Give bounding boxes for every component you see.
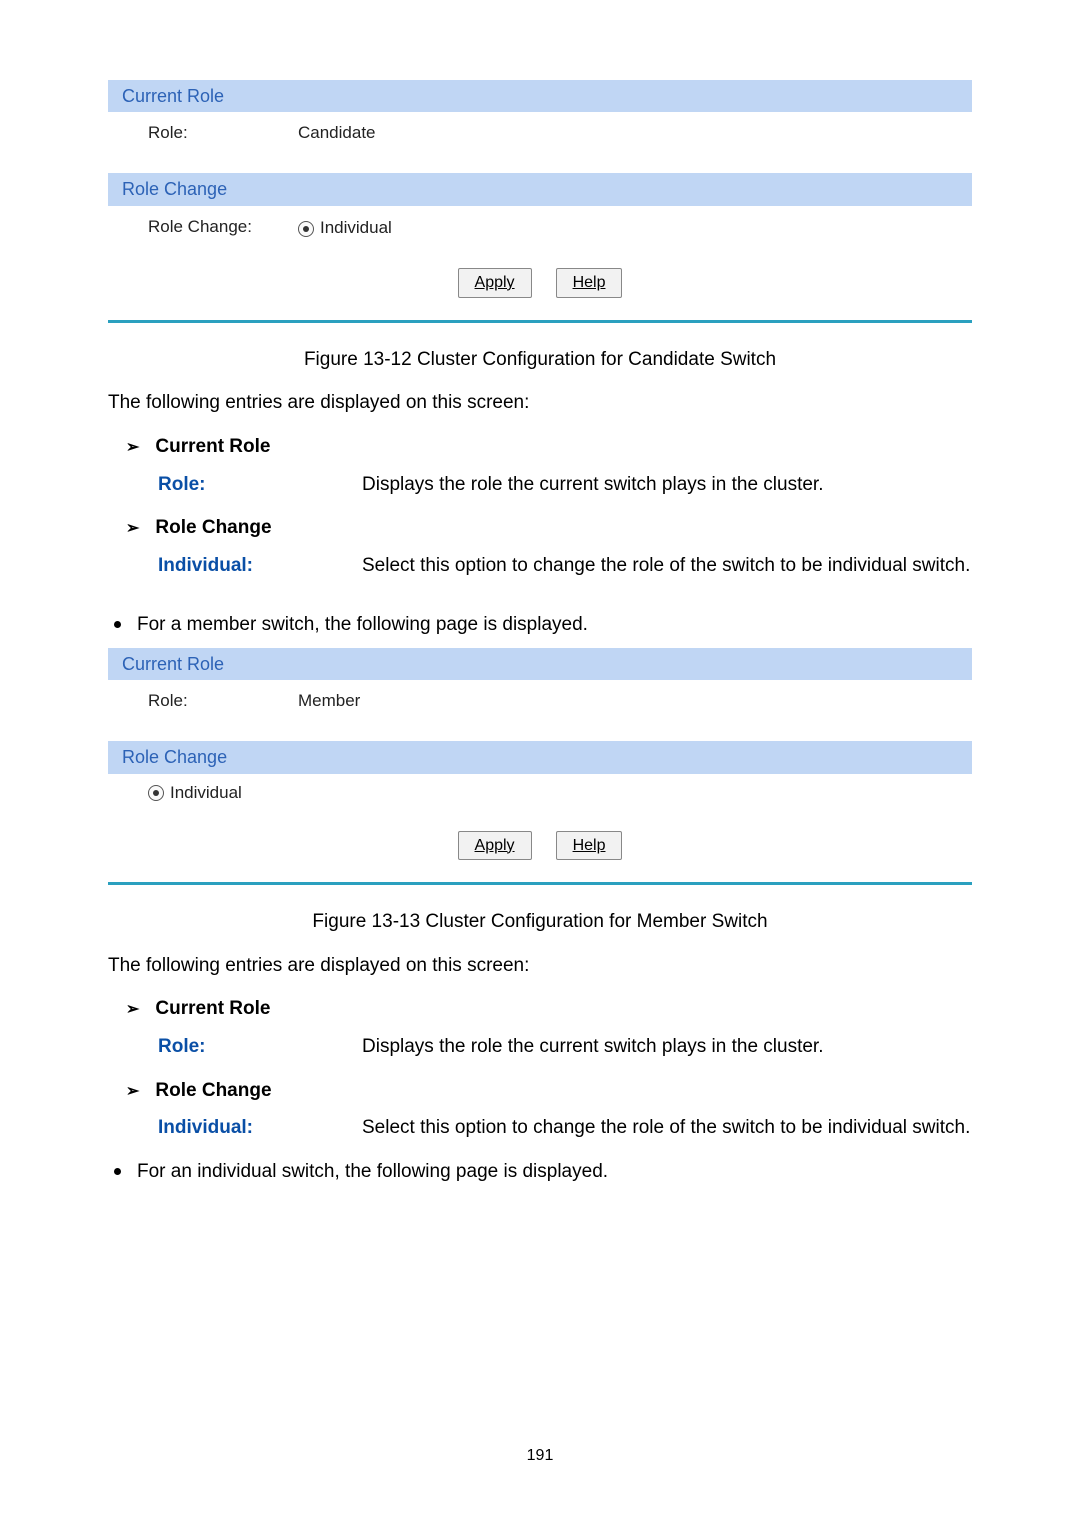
cluster-config-candidate-panel: Current Role Role: Candidate Role Change… [108,80,972,323]
current-role-row-2: Role: Member [108,680,972,723]
entry-role: Role: Displays the role the current swit… [158,472,972,498]
help-button-2[interactable]: Help [556,831,623,861]
spacer [108,155,972,173]
cluster-config-member-panel: Current Role Role: Member Role Change In… [108,648,972,885]
intro-text-2: The following entries are displayed on t… [108,953,972,979]
entry-heading-role-change-text: Role Change [155,515,271,541]
role-value-2: Member [298,690,972,713]
section-header-role-change-2: Role Change [108,741,972,773]
button-row-2: Apply Help [108,813,972,883]
intro-text: The following entries are displayed on t… [108,390,972,416]
arrow-icon: ➢ [126,1002,139,1018]
role-change-row-2: Individual [108,774,972,813]
role-value: Candidate [298,122,972,145]
section-header-role-change: Role Change [108,173,972,205]
entry-heading-role-change-text-2: Role Change [155,1078,271,1104]
entry-role-desc: Displays the role the current switch pla… [362,472,972,498]
role-change-label: Role Change: [148,216,298,240]
entry-role-term: Role: [158,472,362,498]
entry-heading-current-role-text: Current Role [155,434,270,460]
entry-role-desc-2: Displays the role the current switch pla… [362,1034,972,1060]
entry-heading-role-change-2: ➢ Role Change [126,1078,972,1104]
apply-button[interactable]: Apply [458,268,532,298]
role-label-2: Role: [148,690,298,713]
apply-button-2[interactable]: Apply [458,831,532,861]
help-button[interactable]: Help [556,268,623,298]
individual-switch-note-text: For an individual switch, the following … [137,1159,608,1185]
role-change-row: Role Change: Individual [108,206,972,250]
individual-switch-note: For an individual switch, the following … [114,1159,972,1185]
entry-individual: Individual: Select this option to change… [158,553,972,579]
entry-role-term-2: Role: [158,1034,362,1060]
page-number: 191 [0,1445,1080,1467]
radio-individual[interactable]: Individual [298,217,392,240]
arrow-icon: ➢ [126,521,139,537]
entry-individual-2: Individual: Select this option to change… [158,1115,972,1141]
button-row: Apply Help [108,250,972,320]
entry-heading-current-role-2: ➢ Current Role [126,996,972,1022]
figure-caption-13-13: Figure 13-13 Cluster Configuration for M… [108,909,972,935]
disc-bullet-icon [114,1168,121,1175]
member-switch-note-text: For a member switch, the following page … [137,612,588,638]
spacer [108,723,972,741]
entry-individual-desc-2: Select this option to change the role of… [362,1115,972,1141]
figure-caption-13-12: Figure 13-12 Cluster Configuration for C… [108,347,972,373]
member-switch-note: For a member switch, the following page … [114,612,972,638]
entry-individual-term-2: Individual: [158,1115,362,1141]
entry-individual-desc: Select this option to change the role of… [362,553,972,579]
arrow-icon: ➢ [126,1084,139,1100]
entry-heading-role-change: ➢ Role Change [126,515,972,541]
entry-individual-term: Individual: [158,553,362,579]
current-role-row: Role: Candidate [108,112,972,155]
entry-role-2: Role: Displays the role the current swit… [158,1034,972,1060]
radio-individual-label-2: Individual [170,782,242,805]
radio-icon [148,785,164,801]
entry-heading-current-role-text-2: Current Role [155,996,270,1022]
disc-bullet-icon [114,621,121,628]
section-header-current-role-2: Current Role [108,648,972,680]
role-label: Role: [148,122,298,145]
radio-icon [298,221,314,237]
section-header-current-role: Current Role [108,80,972,112]
entry-heading-current-role: ➢ Current Role [126,434,972,460]
arrow-icon: ➢ [126,440,139,456]
radio-individual-label: Individual [320,217,392,240]
radio-individual-2[interactable]: Individual [148,782,242,805]
